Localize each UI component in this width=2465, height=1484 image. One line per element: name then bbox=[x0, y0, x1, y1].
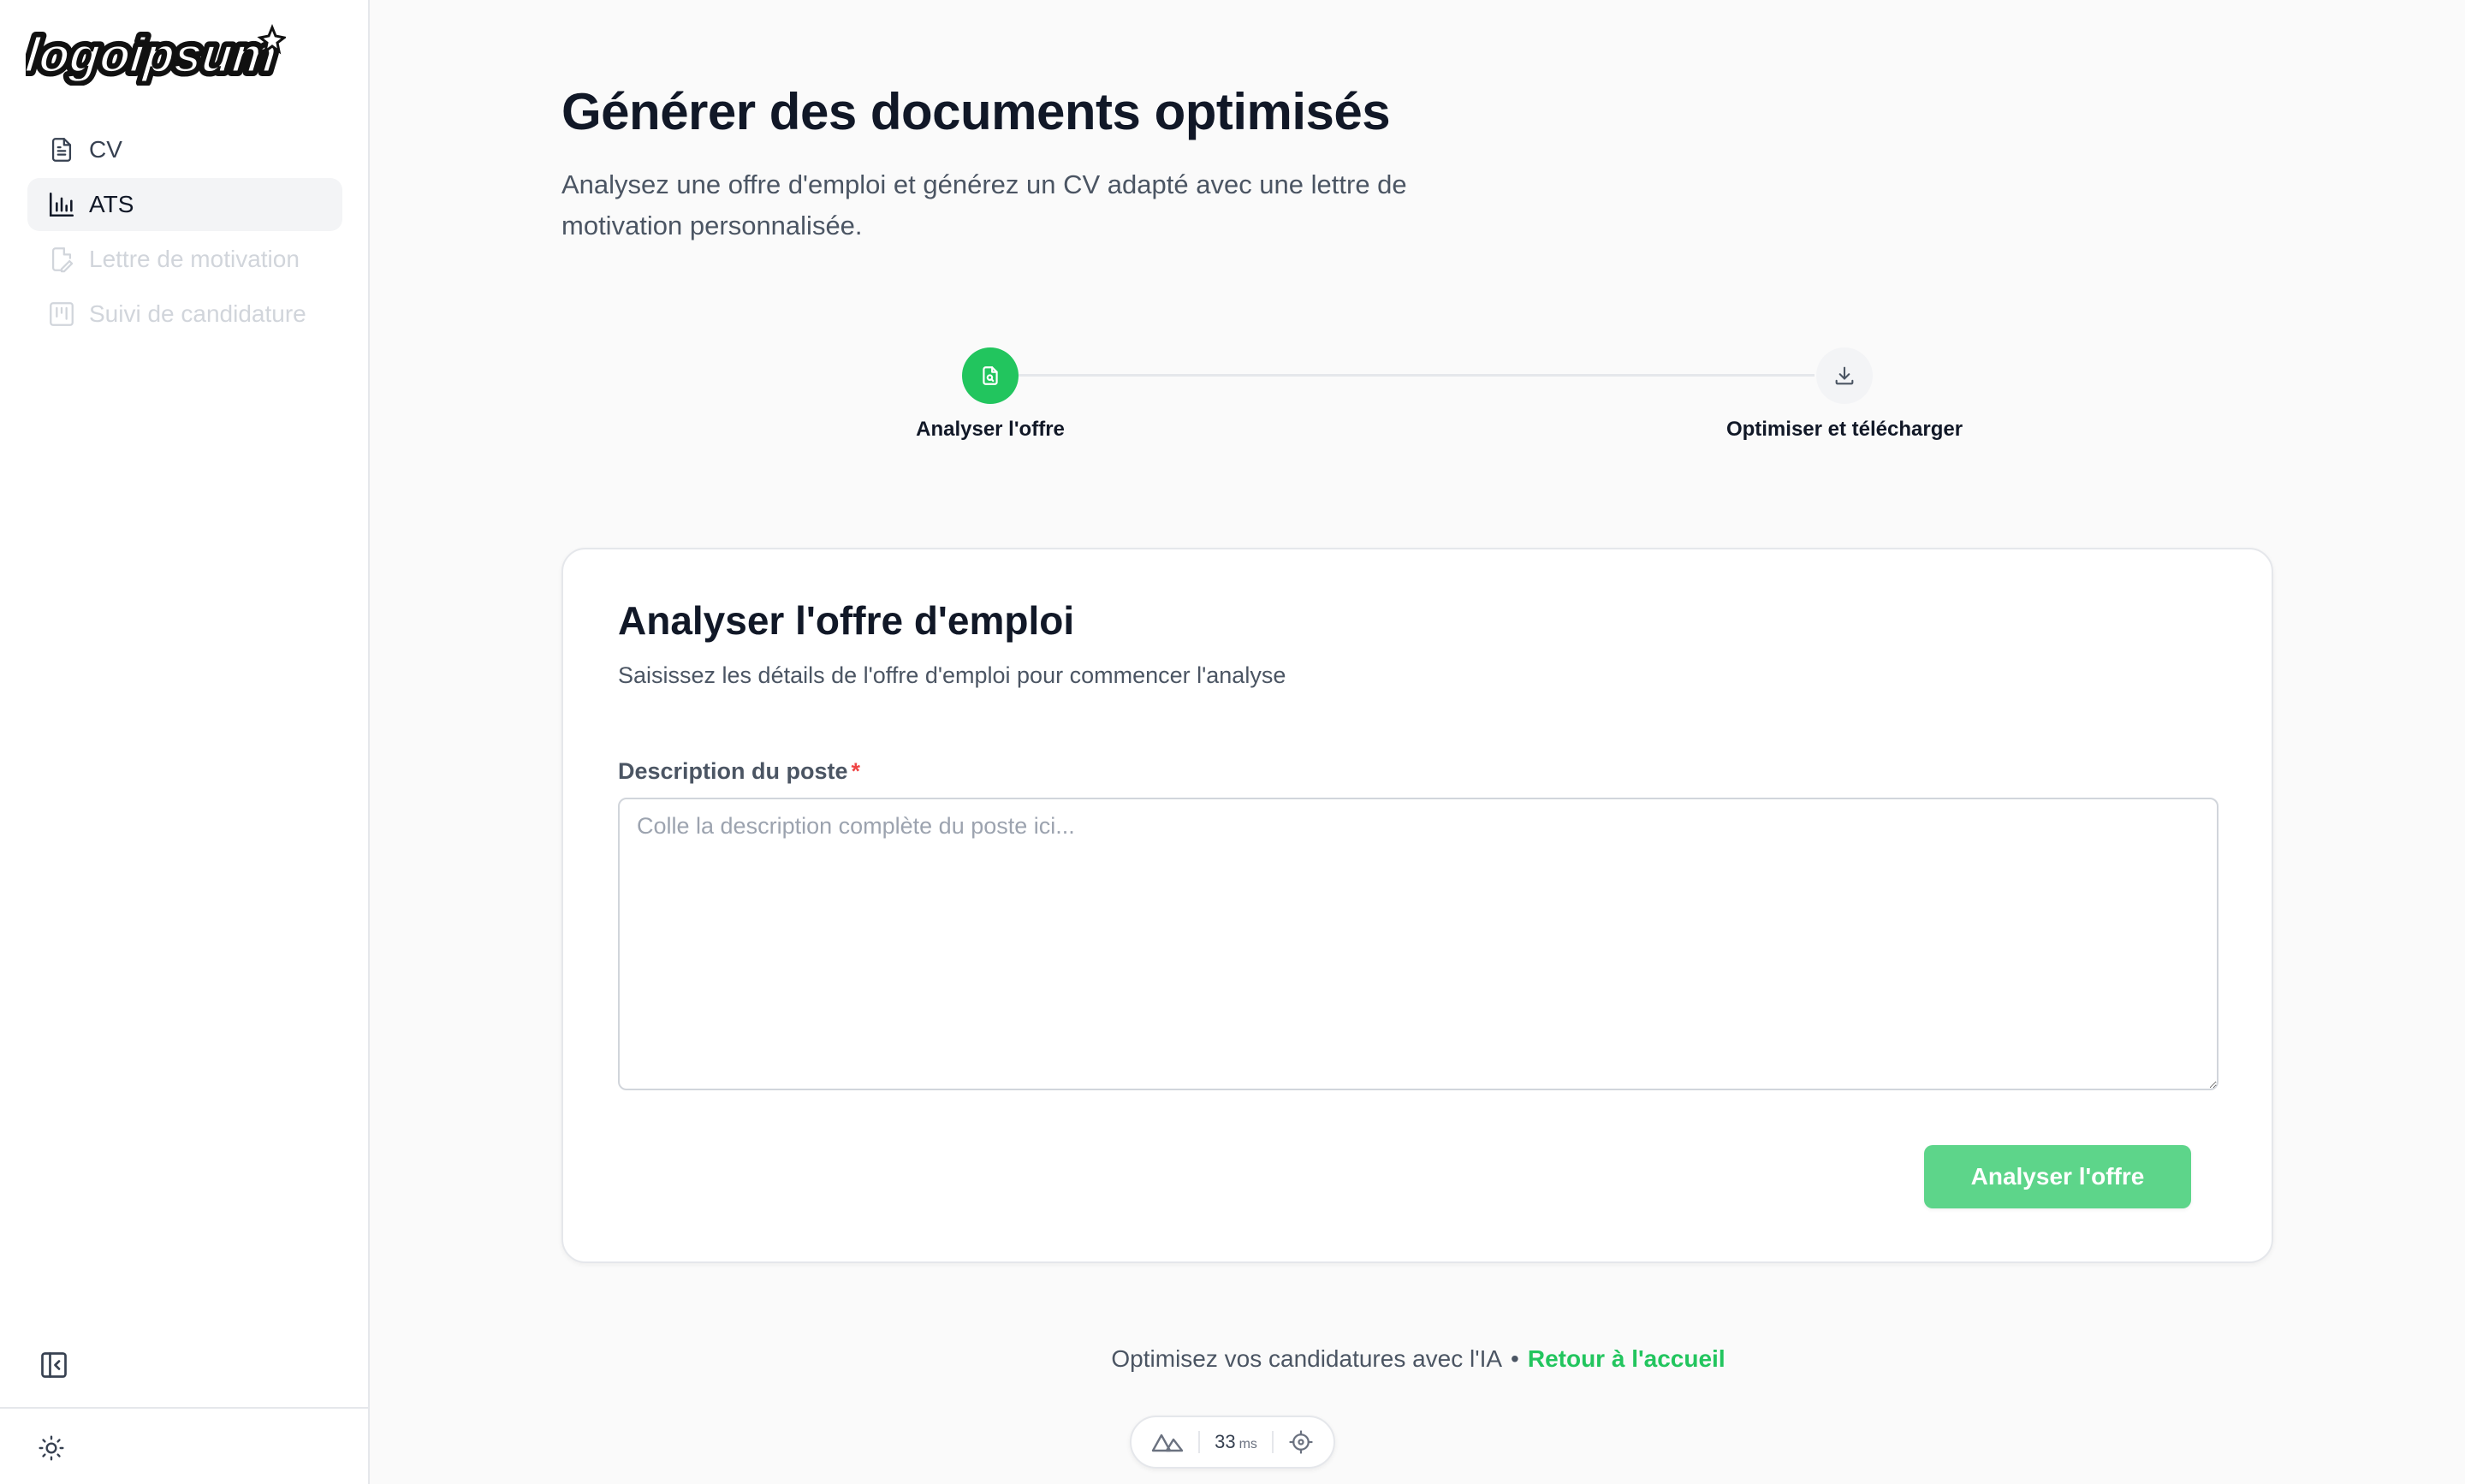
render-time: 33 ms bbox=[1215, 1431, 1257, 1453]
sidebar: logoipsum logoipsum CV ATS Lettre de mot… bbox=[0, 0, 370, 1484]
analyze-offer-button[interactable]: Analyser l'offre bbox=[1924, 1145, 2191, 1208]
analyze-offer-card: Analyser l'offre d'emploi Saisissez les … bbox=[561, 548, 2273, 1263]
kanban-icon bbox=[46, 299, 77, 329]
sidebar-item-label: Suivi de candidature bbox=[89, 300, 306, 327]
devtools-separator bbox=[1272, 1431, 1274, 1453]
card-subtitle: Saisissez les détails de l'offre d'emplo… bbox=[618, 662, 1286, 688]
devtools-badge[interactable]: 33 ms bbox=[1130, 1416, 1335, 1469]
document-icon bbox=[46, 134, 77, 165]
render-time-value: 33 bbox=[1215, 1431, 1236, 1452]
footer-separator: • bbox=[1511, 1345, 1519, 1372]
file-search-icon bbox=[983, 366, 998, 385]
nuxt-icon bbox=[1151, 1434, 1183, 1452]
job-description-textarea[interactable] bbox=[618, 798, 2218, 1090]
stepper-connector bbox=[1012, 374, 1815, 377]
sun-icon bbox=[39, 1435, 64, 1461]
footer: Optimisez vos candidatures avec l'IA • Ret… bbox=[371, 1345, 2465, 1373]
stepper: Analyser l'offre Optimiser et télécharge… bbox=[371, 346, 2465, 448]
sidebar-footer bbox=[0, 1407, 368, 1484]
sidebar-nav: CV ATS Lettre de motivation Suivi de can… bbox=[27, 123, 342, 342]
footer-text: Optimisez vos candidatures avec l'IA bbox=[1111, 1345, 1503, 1372]
render-time-unit: ms bbox=[1238, 1437, 1257, 1451]
file-edit-icon bbox=[46, 244, 77, 275]
logo-icon: logoipsum logoipsum bbox=[19, 23, 288, 87]
step-optimize-label: Optimiser et télécharger bbox=[1726, 418, 1963, 441]
bar-chart-icon bbox=[46, 189, 77, 220]
required-asterisk: * bbox=[851, 758, 861, 784]
back-home-link[interactable]: Retour à l'accueil bbox=[1528, 1345, 1726, 1372]
page-subtitle: Analysez une offre d'emploi et générez u… bbox=[561, 169, 1407, 240]
job-description-label-text: Description du poste bbox=[618, 758, 848, 784]
devtools-separator bbox=[1197, 1431, 1200, 1453]
job-description-label: Description du poste * bbox=[618, 758, 860, 785]
sidebar-item-ats[interactable]: ATS bbox=[27, 178, 342, 231]
crosshair-icon[interactable] bbox=[1288, 1429, 1314, 1455]
sidebar-item-label: CV bbox=[89, 136, 122, 163]
svg-text:logoipsum: logoipsum bbox=[26, 27, 279, 83]
sidebar-collapse-icon bbox=[41, 1352, 67, 1378]
card-title: Analyser l'offre d'emploi bbox=[618, 598, 1075, 643]
step-optimize-indicator bbox=[1816, 347, 1873, 404]
sidebar-item-label: ATS bbox=[89, 191, 134, 217]
step-analyze-label: Analyser l'offre bbox=[916, 418, 1065, 441]
sidebar-item-label: Lettre de motivation bbox=[89, 246, 300, 272]
theme-toggle-button[interactable] bbox=[36, 1433, 67, 1463]
step-analyze-indicator bbox=[962, 347, 1019, 404]
page-title: Générer des documents optimisés bbox=[561, 83, 1391, 140]
download-icon bbox=[1835, 366, 1854, 385]
logo[interactable]: logoipsum logoipsum bbox=[19, 22, 288, 87]
sidebar-item-lettre-de-motivation: Lettre de motivation bbox=[27, 233, 342, 286]
sidebar-collapse-button[interactable] bbox=[38, 1349, 70, 1381]
main-content: Générer des documents optimisés Analysez… bbox=[371, 0, 2465, 1484]
sidebar-item-suivi-de-candidature: Suivi de candidature bbox=[27, 288, 342, 341]
sidebar-item-cv[interactable]: CV bbox=[27, 123, 342, 176]
